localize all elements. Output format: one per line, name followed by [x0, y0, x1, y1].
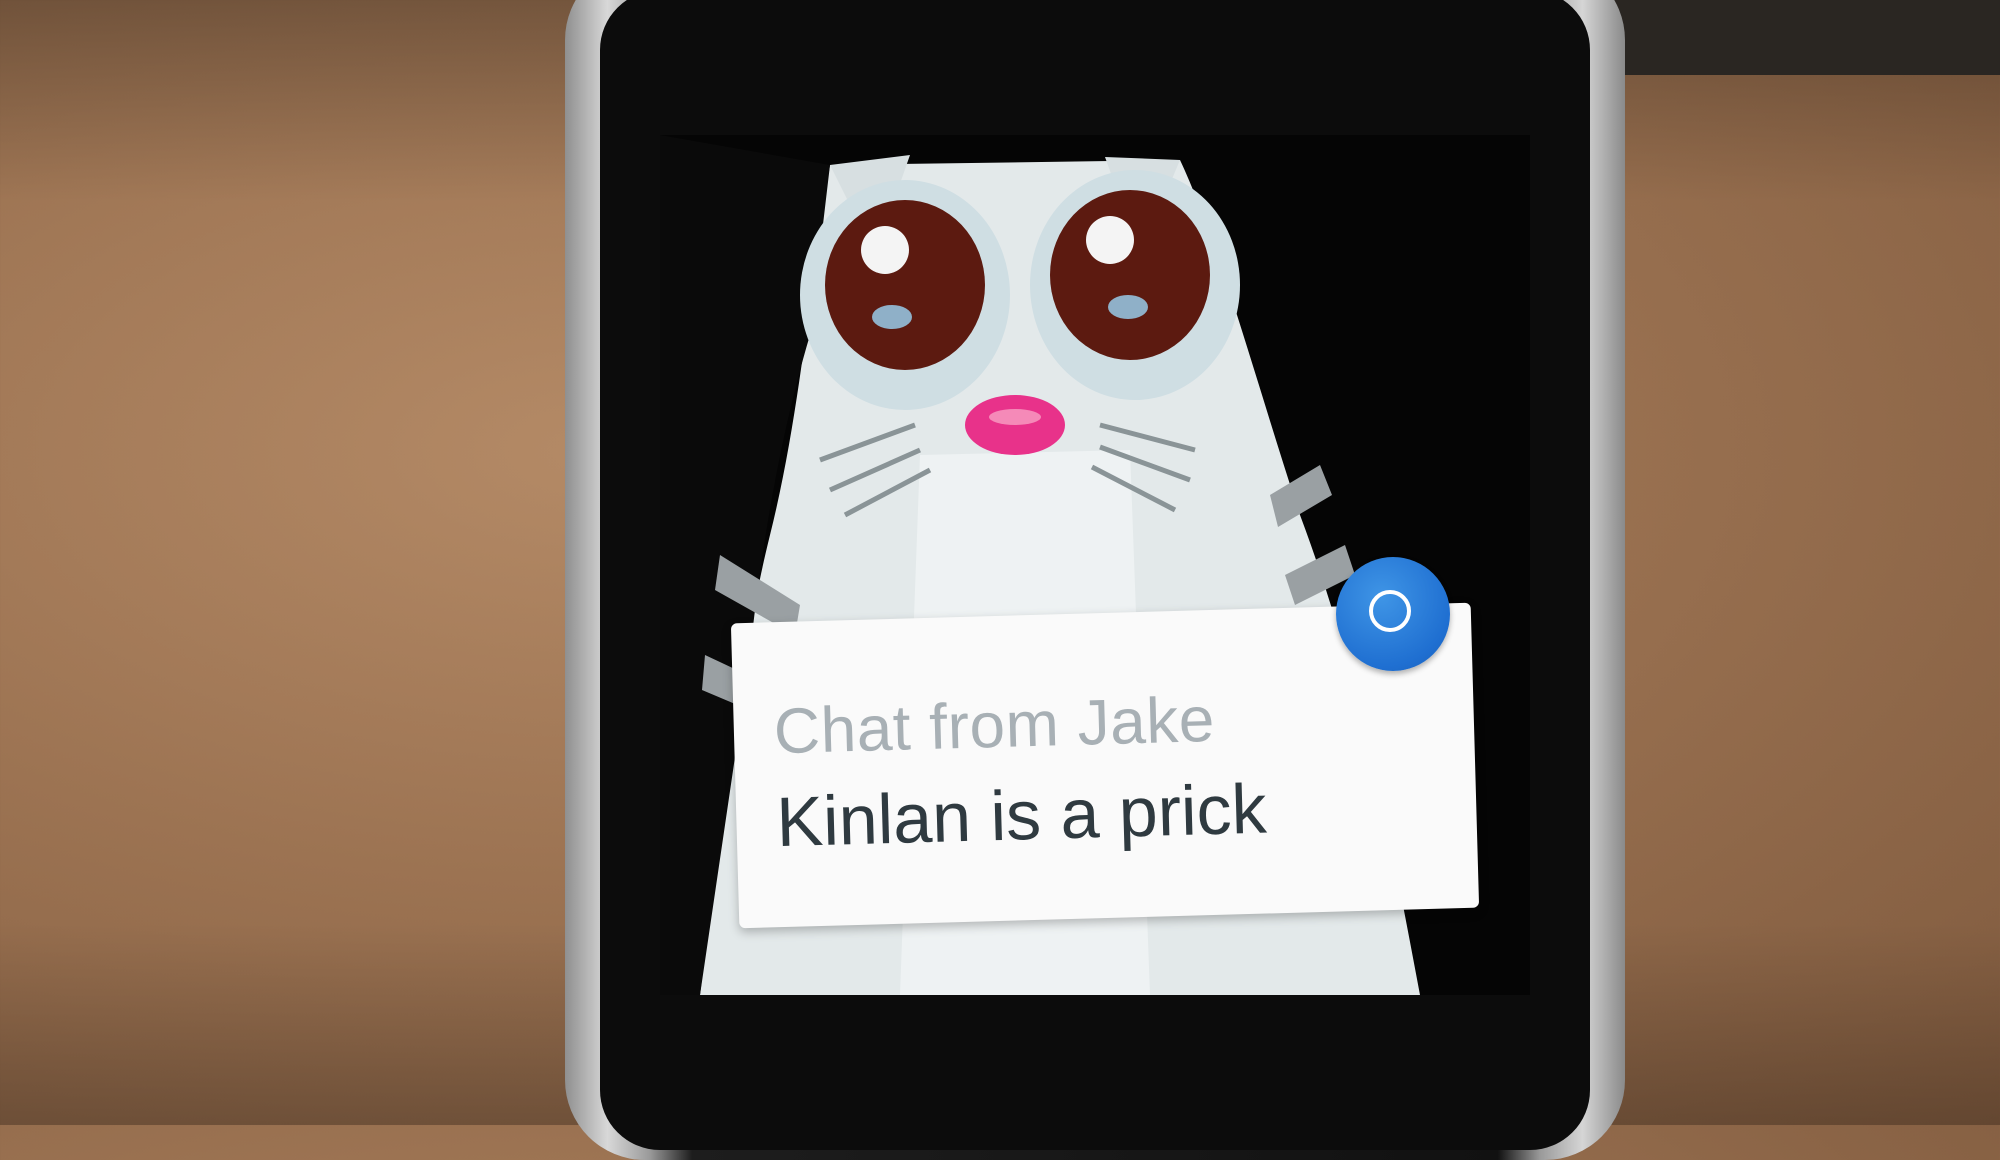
- notification-message: Kinlan is a prick: [775, 769, 1268, 862]
- ring-icon: [1369, 590, 1411, 632]
- watch-screen[interactable]: Chat from Jake Kinlan is a prick: [660, 135, 1530, 995]
- notification-title: Chat from Jake: [772, 682, 1216, 768]
- chat-app-icon: [1336, 557, 1450, 671]
